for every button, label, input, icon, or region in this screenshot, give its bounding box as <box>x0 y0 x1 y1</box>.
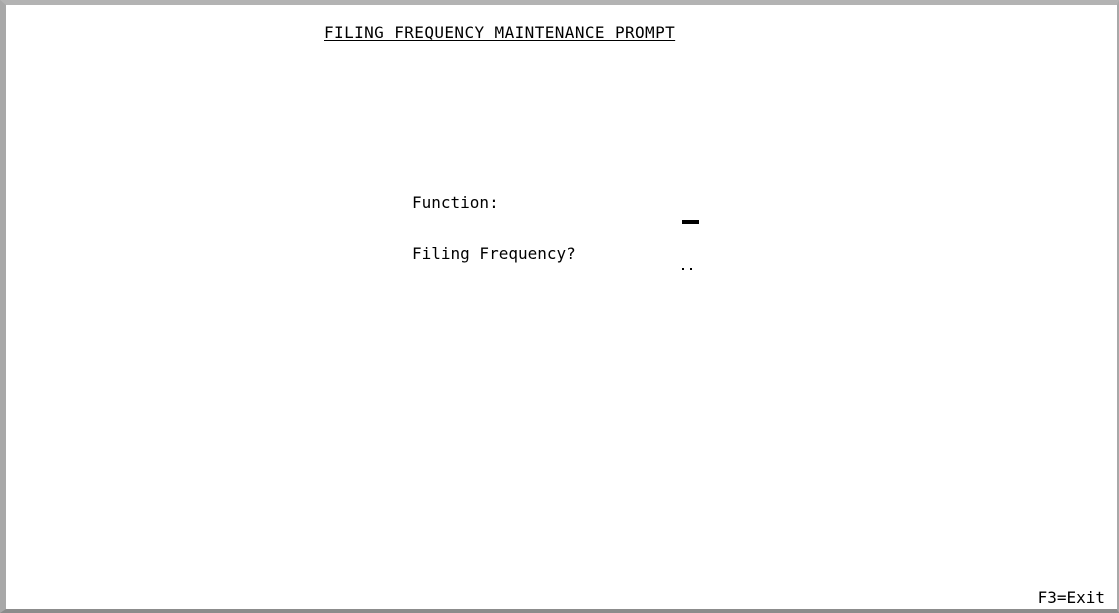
input-placeholder-dot <box>690 268 692 270</box>
exit-key[interactable]: F3=Exit <box>1038 588 1105 607</box>
function-label: Function: <box>412 193 499 212</box>
terminal-screen: FILING FREQUENCY MAINTENANCE PROMPT Func… <box>0 0 1119 613</box>
function-input[interactable] <box>682 211 699 224</box>
filing-frequency-label: Filing Frequency? <box>412 244 576 263</box>
filing-frequency-input[interactable] <box>682 260 706 270</box>
page-title: FILING FREQUENCY MAINTENANCE PROMPT <box>324 23 676 42</box>
input-placeholder-dot <box>682 268 684 270</box>
